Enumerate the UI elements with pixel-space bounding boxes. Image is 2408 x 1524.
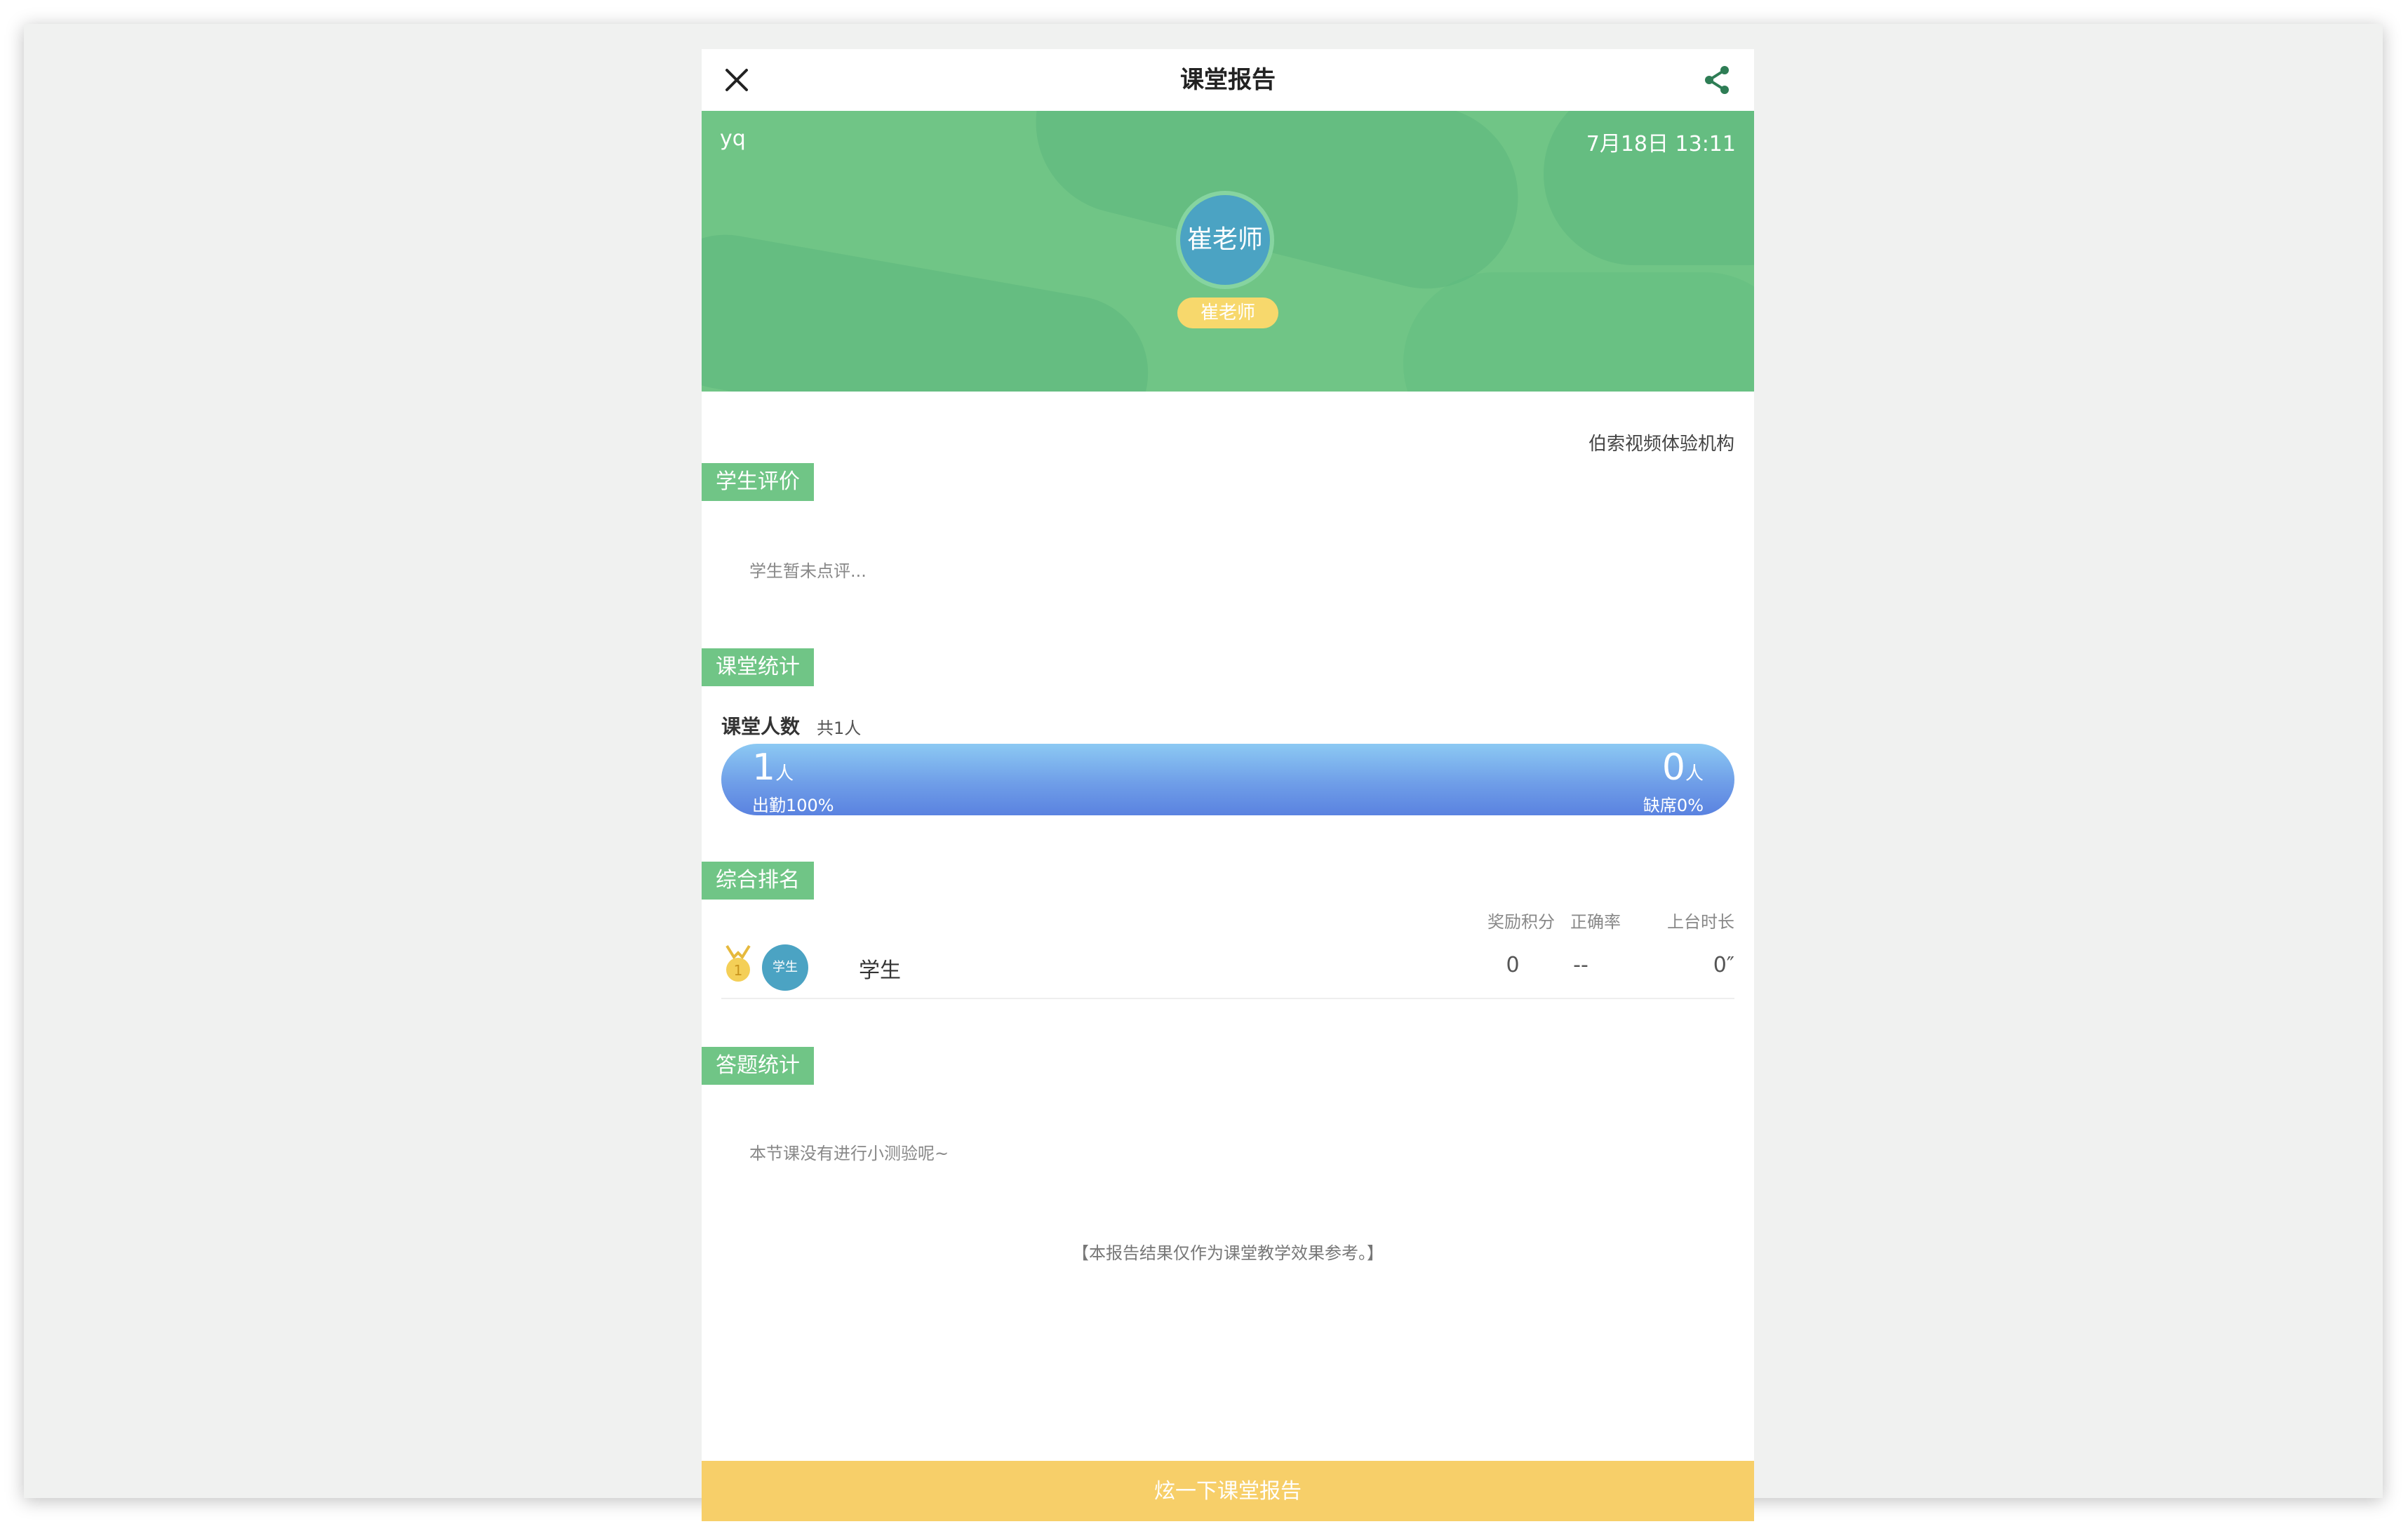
present-number: 1 (752, 747, 776, 789)
student-name: 学生 (859, 958, 901, 983)
absent-count: 0人 (1662, 747, 1704, 795)
points-value: 0 (1506, 953, 1520, 977)
close-icon[interactable] (717, 60, 756, 100)
page-title: 课堂报告 (1180, 66, 1276, 94)
attendance-bar: 1人 出勤100% 0人 缺席0% (721, 744, 1734, 815)
share-report-button[interactable]: 炫一下课堂报告 (702, 1461, 1754, 1521)
section-tag-answer-stats: 答题统计 (702, 1047, 814, 1085)
teacher-name-badge: 崔老师 (1177, 298, 1278, 328)
absent-number: 0 (1661, 747, 1685, 789)
column-header-stage-time: 上台时长 (1667, 912, 1734, 932)
stage-time-value: 0″ (1713, 953, 1734, 977)
section-tag-ranking: 综合排名 (702, 862, 814, 900)
hero-decoration (1403, 272, 1754, 392)
user-id: yq (720, 126, 746, 151)
present-unit: 人 (775, 763, 794, 784)
student-eval-placeholder: 学生暂未点评... (749, 561, 867, 581)
share-icon[interactable] (1698, 60, 1737, 100)
accuracy-value: -- (1573, 953, 1588, 977)
top-bar: 课堂报告 (702, 49, 1754, 111)
report-panel: 课堂报告 yq 7月18日 13:11 崔老师 崔老师 伯索视频体验机构 学生评… (702, 49, 1754, 1521)
institution-name: 伯索视频体验机构 (1588, 434, 1734, 455)
present-rate: 出勤100% (752, 796, 834, 815)
table-row[interactable]: 1 学生 学生 0 -- 0″ (721, 937, 1734, 999)
report-disclaimer: 【本报告结果仅作为课堂教学效果参考。】 (1072, 1243, 1384, 1263)
present-count: 1人 (752, 747, 794, 795)
absent-unit: 人 (1685, 763, 1704, 784)
absent-rate: 缺席0% (1643, 796, 1704, 815)
class-count-total: 共1人 (817, 718, 862, 738)
section-tag-class-stats: 课堂统计 (702, 648, 814, 686)
class-count-label: 课堂人数 (721, 715, 801, 738)
app-window: 课堂报告 yq 7月18日 13:11 崔老师 崔老师 伯索视频体验机构 学生评… (24, 24, 2383, 1521)
hero-decoration (1016, 111, 1538, 308)
avatar: 学生 (762, 944, 808, 991)
column-header-accuracy: 正确率 (1570, 912, 1621, 932)
class-datetime: 7月18日 13:11 (1586, 132, 1736, 156)
section-tag-student-eval: 学生评价 (702, 463, 814, 501)
column-header-points: 奖励积分 (1487, 912, 1555, 932)
hero-decoration (702, 222, 1160, 392)
answer-stats-placeholder: 本节课没有进行小测验呢~ (749, 1144, 949, 1163)
teacher-avatar: 崔老师 (1176, 191, 1274, 289)
rank-number: 1 (734, 962, 743, 979)
hero-banner: yq 7月18日 13:11 崔老师 崔老师 (702, 111, 1754, 392)
medal-icon: 1 (723, 944, 754, 984)
